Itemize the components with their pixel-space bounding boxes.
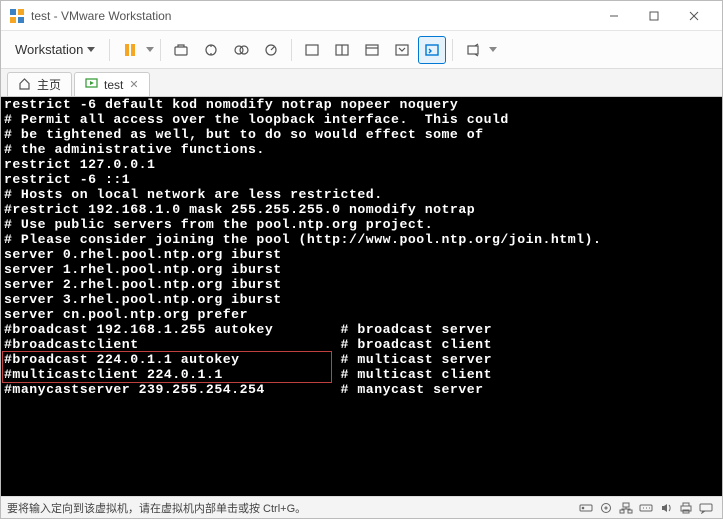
terminal-line: #manycastserver 239.255.254.254 # manyca…: [4, 382, 719, 397]
terminal-line: #broadcast 224.0.1.1 autokey # multicast…: [4, 352, 719, 367]
cd-icon[interactable]: [596, 499, 616, 517]
window-titlebar: test - VMware Workstation: [1, 1, 722, 31]
terminal-line: # the administrative functions.: [4, 142, 719, 157]
chevron-down-icon[interactable]: [146, 47, 154, 52]
terminal-line: #multicastclient 224.0.1.1 # multicast c…: [4, 367, 719, 382]
window-title: test - VMware Workstation: [31, 9, 594, 23]
terminal-line: restrict 127.0.0.1: [4, 157, 719, 172]
view-single-button[interactable]: [298, 36, 326, 64]
terminal-line: #broadcastclient # broadcast client: [4, 337, 719, 352]
separator: [452, 39, 453, 61]
stretch-button[interactable]: [459, 36, 487, 64]
terminal-line: # Permit all access over the loopback in…: [4, 112, 719, 127]
maximize-button[interactable]: [634, 2, 674, 30]
tab-home[interactable]: 主页: [7, 72, 72, 96]
terminal-line: server 2.rhel.pool.ntp.org iburst: [4, 277, 719, 292]
view-unity-button[interactable]: [388, 36, 416, 64]
vm-icon: [85, 77, 98, 93]
terminal-line: restrict -6 ::1: [4, 172, 719, 187]
view-console-button[interactable]: [418, 36, 446, 64]
tab-home-label: 主页: [37, 76, 61, 93]
snapshot-manager-button[interactable]: [227, 36, 255, 64]
send-ctrl-alt-del-button[interactable]: [167, 36, 195, 64]
status-bar: 要将输入定向到该虚拟机，请在虚拟机内部单击或按 Ctrl+G。: [1, 496, 722, 518]
chevron-down-icon[interactable]: [489, 47, 497, 52]
input-icon[interactable]: [636, 499, 656, 517]
home-icon: [18, 77, 31, 93]
view-fullscreen-button[interactable]: [358, 36, 386, 64]
close-button[interactable]: [674, 2, 714, 30]
workstation-menu-button[interactable]: Workstation: [7, 38, 103, 61]
separator: [291, 39, 292, 61]
vm-console-terminal[interactable]: restrict -6 default kod nomodify notrap …: [1, 97, 722, 496]
hdd-icon[interactable]: [576, 499, 596, 517]
status-message: 要将输入定向到该虚拟机，请在虚拟机内部单击或按 Ctrl+G。: [7, 500, 576, 516]
terminal-line: server 3.rhel.pool.ntp.org iburst: [4, 292, 719, 307]
terminal-line: #restrict 192.168.1.0 mask 255.255.255.0…: [4, 202, 719, 217]
terminal-line: # Use public servers from the pool.ntp.o…: [4, 217, 719, 232]
workstation-menu-label: Workstation: [15, 42, 83, 57]
terminal-line: server 1.rhel.pool.ntp.org iburst: [4, 262, 719, 277]
toolbar: Workstation: [1, 31, 722, 69]
minimize-button[interactable]: [594, 2, 634, 30]
pause-button[interactable]: [116, 36, 144, 64]
terminal-line: # Hosts on local network are less restri…: [4, 187, 719, 202]
separator: [109, 39, 110, 61]
terminal-line: # Please consider joining the pool (http…: [4, 232, 719, 247]
tab-close-button[interactable]: ✕: [129, 78, 138, 91]
terminal-line: restrict -6 default kod nomodify notrap …: [4, 97, 719, 112]
snapshot-button[interactable]: [197, 36, 225, 64]
separator: [160, 39, 161, 61]
app-logo: [9, 8, 25, 24]
terminal-line: server cn.pool.ntp.org prefer: [4, 307, 719, 322]
revert-snapshot-button[interactable]: [257, 36, 285, 64]
network-icon[interactable]: [616, 499, 636, 517]
sound-icon[interactable]: [656, 499, 676, 517]
tab-strip: 主页 test ✕: [1, 69, 722, 97]
terminal-line: server 0.rhel.pool.ntp.org iburst: [4, 247, 719, 262]
tab-test[interactable]: test ✕: [74, 72, 150, 96]
printer-icon[interactable]: [676, 499, 696, 517]
tab-test-label: test: [104, 78, 123, 92]
view-multi-button[interactable]: [328, 36, 356, 64]
chevron-down-icon: [87, 47, 95, 52]
terminal-line: #broadcast 192.168.1.255 autokey # broad…: [4, 322, 719, 337]
terminal-line: # be tightened as well, but to do so wou…: [4, 127, 719, 142]
message-icon[interactable]: [696, 499, 716, 517]
